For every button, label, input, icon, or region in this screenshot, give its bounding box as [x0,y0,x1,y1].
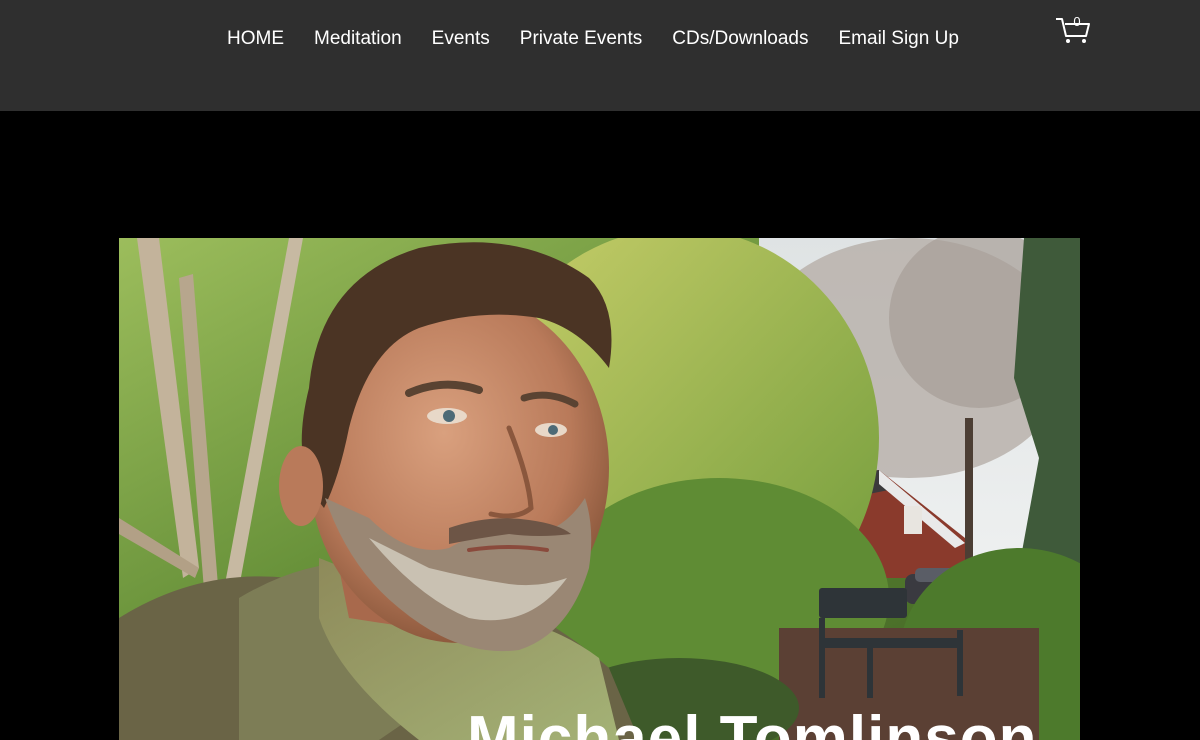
cart-count-badge: 0 [1073,14,1081,29]
cart-button[interactable]: 0 [1054,12,1094,46]
nav-item-meditation[interactable]: Meditation [299,24,417,54]
nav-item-home[interactable]: HOME [212,24,299,54]
hero-photo [119,238,1080,740]
nav-item-cds-downloads[interactable]: CDs/Downloads [657,24,823,54]
nav-item-private-events[interactable]: Private Events [505,24,658,54]
site-header: HOME Meditation Events Private Events CD… [0,0,1200,111]
hero-image: Michael Tomlinson [119,238,1080,740]
nav-item-email-sign-up[interactable]: Email Sign Up [824,24,974,54]
hero-title: Michael Tomlinson [467,704,1038,740]
main-nav: HOME Meditation Events Private Events CD… [212,24,974,54]
nav-item-events[interactable]: Events [417,24,505,54]
